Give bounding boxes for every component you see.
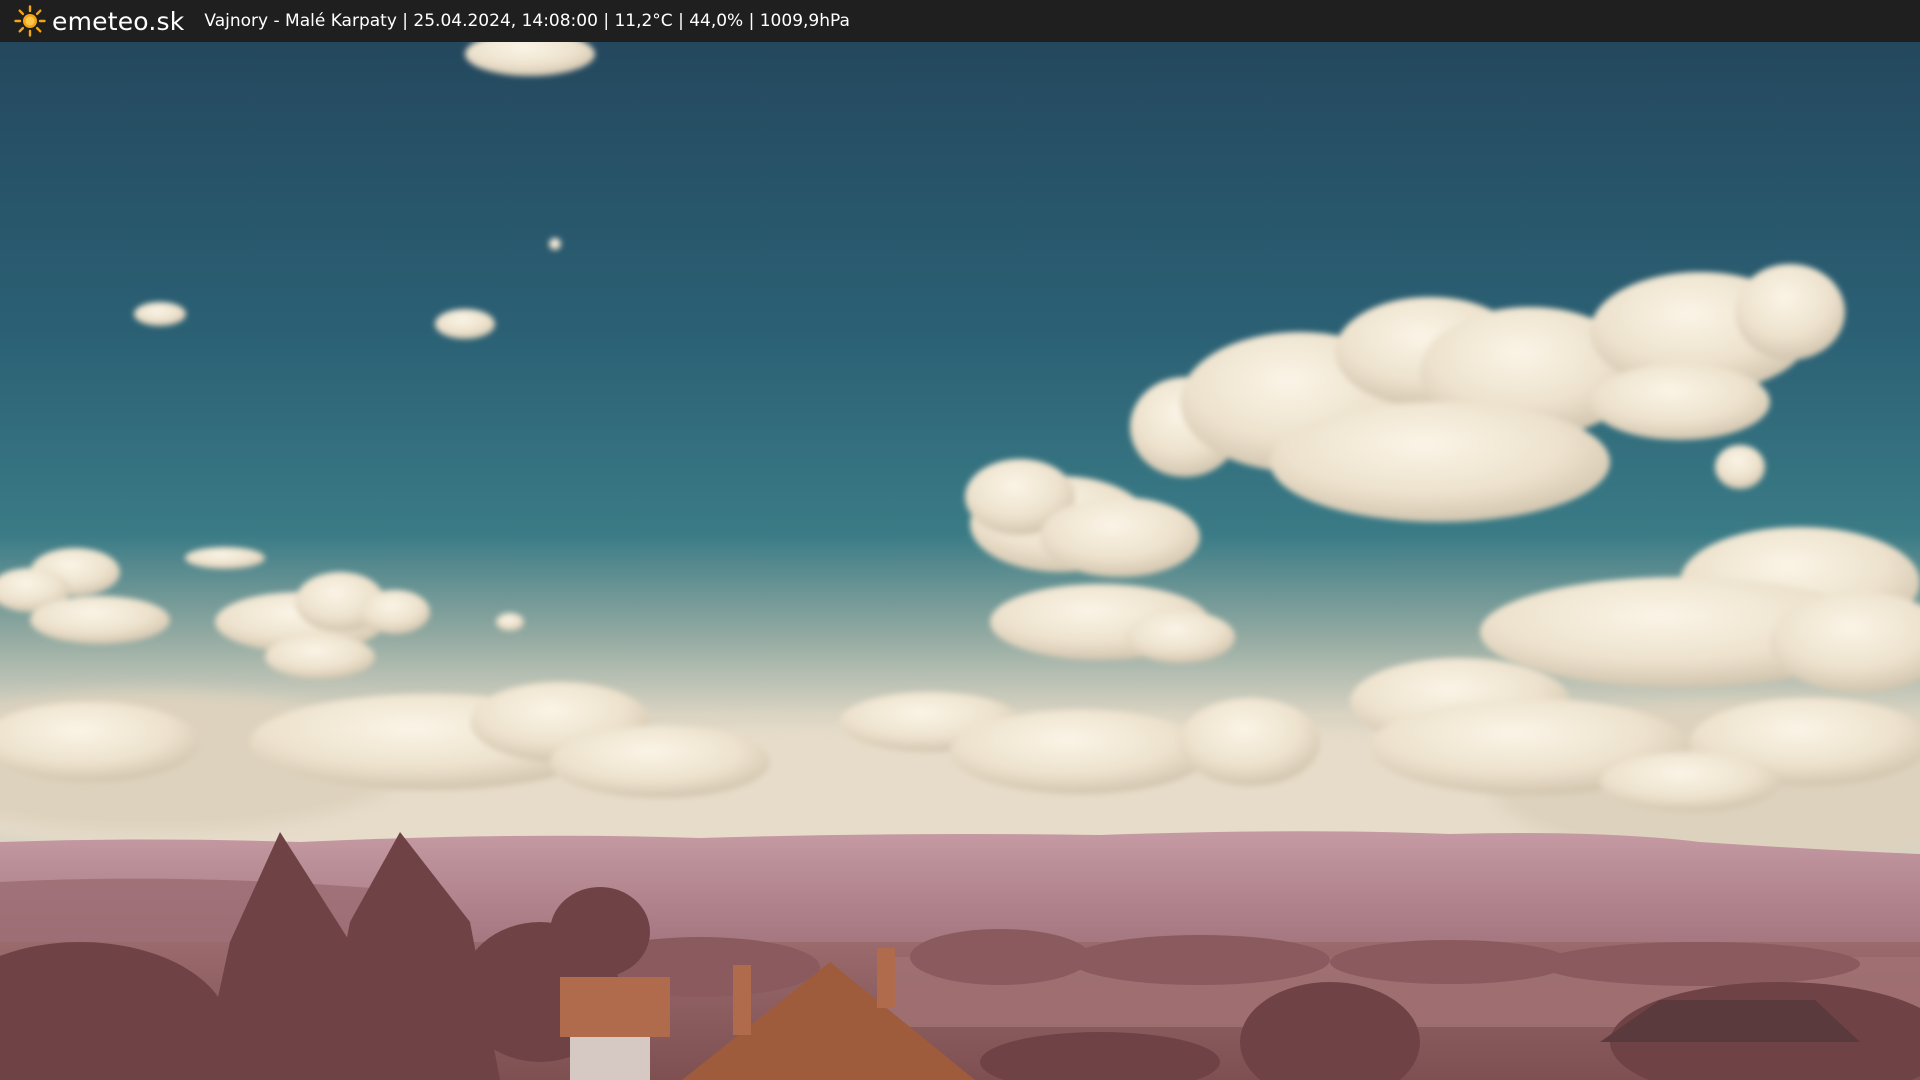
webcam-frame: emeteo.sk Vajnory - Malé Karpaty | 25.04…	[0, 0, 1920, 1080]
header-bar: emeteo.sk Vajnory - Malé Karpaty | 25.04…	[0, 0, 1920, 42]
landscape-scene	[0, 42, 1920, 1080]
brand-logo[interactable]: emeteo.sk	[14, 5, 184, 37]
webcam-image	[0, 42, 1920, 1080]
weather-caption: Vajnory - Malé Karpaty | 25.04.2024, 14:…	[204, 11, 850, 31]
sun-icon	[14, 5, 46, 37]
brand-name: emeteo.sk	[52, 6, 185, 36]
